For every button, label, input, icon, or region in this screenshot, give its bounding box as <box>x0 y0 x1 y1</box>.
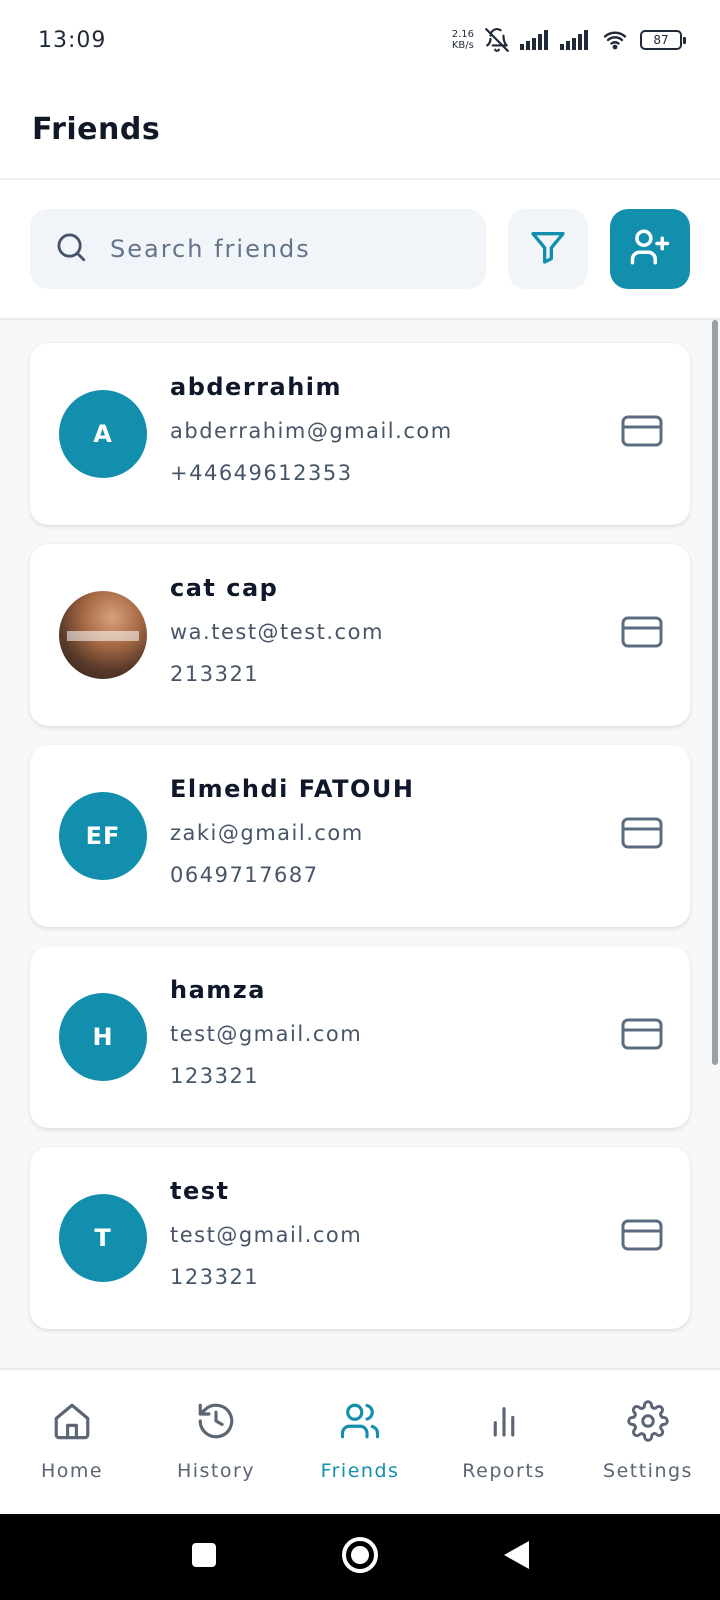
back-button[interactable] <box>476 1514 556 1600</box>
status-icons: 2.16 KB/s 87 <box>452 27 686 53</box>
gear-icon <box>627 1400 669 1446</box>
home-button[interactable] <box>320 1514 400 1600</box>
friend-email: test@gmail.com <box>170 1223 363 1247</box>
battery-icon: 87 <box>640 30 686 50</box>
friend-phone: 213321 <box>170 662 260 686</box>
bottom-nav: Home History Friends Reports Settings <box>0 1368 720 1514</box>
friend-phone: 0649717687 <box>170 863 319 887</box>
friend-info: hamza test@gmail.com 123321 <box>170 976 362 1088</box>
friend-name: hamza <box>170 976 266 1004</box>
net-speed: 2.16 KB/s <box>452 29 474 51</box>
status-time: 13:09 <box>38 27 107 53</box>
nav-label: Settings <box>603 1460 693 1482</box>
friend-name: Elmehdi FATOUH <box>170 775 415 803</box>
screen: 13:09 2.16 KB/s 87 Friends Search friend… <box>0 0 720 1600</box>
friend-phone: 123321 <box>170 1265 260 1289</box>
page-title: Friends <box>32 111 161 147</box>
history-icon <box>195 1400 237 1446</box>
nav-reports[interactable]: Reports <box>439 1400 569 1482</box>
friend-name: abderrahim <box>170 373 343 401</box>
signal-icon <box>520 30 550 50</box>
card-icon <box>621 1218 663 1256</box>
card-icon <box>621 1017 663 1055</box>
nav-label: Friends <box>320 1460 400 1482</box>
signal-icon <box>560 30 590 50</box>
search-box[interactable] <box>30 209 486 289</box>
nav-history[interactable]: History <box>151 1400 281 1482</box>
friend-info: cat cap wa.test@test.com 213321 <box>170 574 384 686</box>
avatar: A <box>59 390 147 478</box>
friend-card[interactable]: A abderrahim abderrahim@gmail.com +44649… <box>30 343 690 525</box>
nav-label: History <box>176 1460 256 1482</box>
home-icon <box>51 1400 93 1446</box>
avatar: EF <box>59 792 147 880</box>
card-icon <box>621 816 663 854</box>
friend-info: abderrahim abderrahim@gmail.com +4464961… <box>170 373 453 485</box>
nav-friends[interactable]: Friends <box>295 1400 425 1482</box>
nav-home[interactable]: Home <box>7 1400 137 1482</box>
filter-button[interactable] <box>508 209 588 289</box>
friend-card[interactable]: H hamza test@gmail.com 123321 <box>30 946 690 1128</box>
recents-button[interactable] <box>164 1514 244 1600</box>
card-icon <box>621 414 663 452</box>
users-icon <box>339 1400 381 1446</box>
net-speed-value: 2.16 <box>451 29 474 40</box>
avatar: T <box>59 1194 147 1282</box>
friend-phone: 123321 <box>170 1064 260 1088</box>
friend-email: wa.test@test.com <box>170 620 384 644</box>
payment-card-button[interactable] <box>620 815 664 855</box>
payment-card-button[interactable] <box>620 413 664 453</box>
friend-card[interactable]: EF Elmehdi FATOUH zaki@gmail.com 0649717… <box>30 745 690 927</box>
user-plus-icon <box>629 226 671 272</box>
friend-name: cat cap <box>170 574 279 602</box>
nav-settings[interactable]: Settings <box>583 1400 713 1482</box>
system-nav-bar <box>0 1514 720 1600</box>
friends-list[interactable]: A abderrahim abderrahim@gmail.com +44649… <box>0 320 720 1368</box>
avatar-photo <box>59 591 147 679</box>
nav-label: Home <box>40 1460 104 1482</box>
home-circle-icon <box>340 1535 380 1579</box>
recents-icon <box>190 1541 218 1573</box>
friend-email: test@gmail.com <box>170 1022 363 1046</box>
friend-card[interactable]: cat cap wa.test@test.com 213321 <box>30 544 690 726</box>
friend-info: Elmehdi FATOUH zaki@gmail.com 0649717687 <box>170 775 414 887</box>
card-icon <box>621 615 663 653</box>
payment-card-button[interactable] <box>620 614 664 654</box>
status-bar: 13:09 2.16 KB/s 87 <box>0 0 720 80</box>
friend-email: abderrahim@gmail.com <box>170 419 453 443</box>
photo-caption-strip <box>67 631 139 641</box>
search-toolbar <box>0 182 720 320</box>
friend-card[interactable]: T test test@gmail.com 123321 <box>30 1147 690 1329</box>
scrollbar[interactable] <box>712 320 718 1065</box>
search-icon <box>54 230 88 268</box>
friend-email: zaki@gmail.com <box>170 821 364 845</box>
app-header: Friends <box>0 80 720 180</box>
search-input[interactable] <box>110 235 430 263</box>
add-friend-button[interactable] <box>610 209 690 289</box>
nav-label: Reports <box>462 1460 546 1482</box>
friend-name: test <box>170 1177 230 1205</box>
friend-info: test test@gmail.com 123321 <box>170 1177 362 1289</box>
bar-chart-icon <box>483 1400 525 1446</box>
filter-icon <box>528 227 568 271</box>
net-speed-unit: KB/s <box>451 40 474 51</box>
bell-muted-icon <box>484 27 510 53</box>
wifi-icon <box>600 28 630 52</box>
payment-card-button[interactable] <box>620 1217 664 1257</box>
payment-card-button[interactable] <box>620 1016 664 1056</box>
back-icon <box>501 1539 531 1575</box>
friend-phone: +44649612353 <box>170 461 353 485</box>
avatar: H <box>59 993 147 1081</box>
